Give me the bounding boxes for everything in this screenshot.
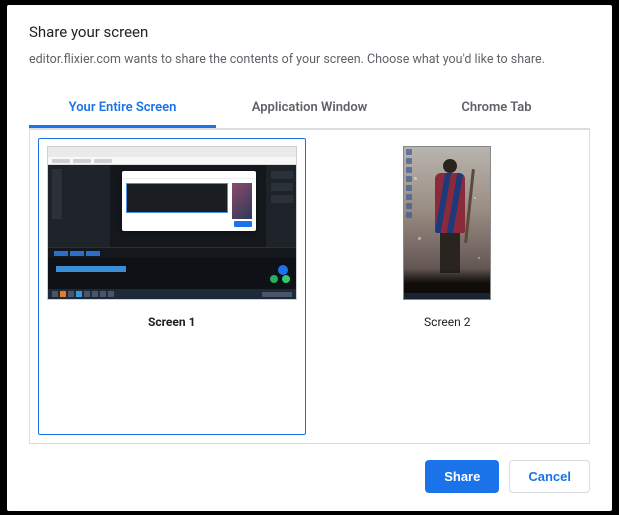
tab-application-window[interactable]: Application Window [216,88,403,128]
screen-option-1[interactable]: Screen 1 [38,138,306,435]
tab-entire-screen[interactable]: Your Entire Screen [29,88,216,128]
tab-chrome-tab[interactable]: Chrome Tab [403,88,590,128]
screen-options-panel: Screen 1 Scre [29,129,590,444]
screen-2-thumbnail [319,143,577,303]
screen-option-2[interactable]: Screen 2 [314,138,582,435]
dialog-subtitle: editor.flixier.com wants to share the co… [29,51,590,69]
dialog-title: Share your screen [29,23,590,41]
screen-2-label: Screen 2 [424,315,470,329]
dialog-footer: Share Cancel [7,444,612,511]
share-mode-tabs: Your Entire Screen Application Window Ch… [29,88,590,129]
cancel-button[interactable]: Cancel [509,460,590,493]
screen-1-thumbnail [43,143,301,303]
share-screen-dialog: Share your screen editor.flixier.com wan… [7,5,612,511]
dialog-header: Share your screen editor.flixier.com wan… [7,5,612,75]
share-button[interactable]: Share [425,460,499,493]
screen-1-label: Screen 1 [148,315,195,329]
